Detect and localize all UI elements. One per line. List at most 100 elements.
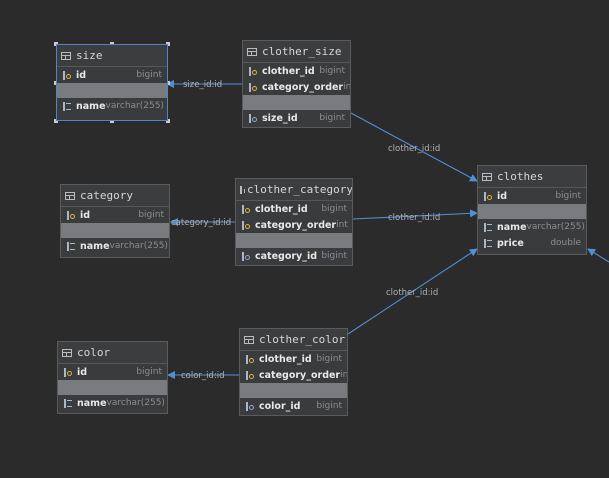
table-header[interactable]: clother_category xyxy=(236,179,352,201)
primary-key-icon xyxy=(61,70,73,81)
table-header[interactable]: color xyxy=(58,342,167,364)
table-clother-category[interactable]: clother_category clother_id bigint categ… xyxy=(235,178,353,266)
column-icon xyxy=(482,222,494,233)
relation-clother-size-to-size[interactable]: size_id:id xyxy=(166,80,242,90)
column-type: varchar(255) xyxy=(526,222,585,232)
column-row[interactable]: category_order int xyxy=(243,79,350,95)
relation-label: clother_id:id xyxy=(386,288,438,298)
section-divider xyxy=(236,233,352,248)
column-row[interactable]: category_order int xyxy=(240,367,347,383)
primary-key-icon xyxy=(62,367,74,378)
column-row[interactable]: size_id bigint xyxy=(243,110,350,126)
column-type: int xyxy=(336,220,348,230)
relation-clother-category-to-clothes[interactable]: clother_id:id xyxy=(352,209,478,223)
column-type: varchar(255) xyxy=(106,398,165,408)
table-category[interactable]: category id bigint name varchar(255) xyxy=(60,184,170,258)
column-row[interactable]: id bigint xyxy=(58,364,167,380)
column-name: size_id xyxy=(262,112,298,124)
table-color[interactable]: color id bigint name varchar(255) xyxy=(57,341,168,414)
relation-clother-category-to-category[interactable]: category_id:id xyxy=(170,218,235,228)
column-row[interactable]: category_id bigint xyxy=(236,248,352,264)
relation-clother-color-to-color[interactable]: color_id:id xyxy=(167,371,239,381)
table-title: clother_category xyxy=(247,183,353,196)
column-type: varchar(255) xyxy=(105,101,164,111)
section-divider xyxy=(58,380,167,395)
column-row[interactable]: name varchar(255) xyxy=(57,98,167,114)
table-icon xyxy=(61,51,71,60)
primary-foreign-key-icon xyxy=(244,354,256,365)
column-row[interactable]: name varchar(255) xyxy=(58,395,167,411)
column-name: id xyxy=(76,69,87,81)
primary-foreign-key-icon xyxy=(247,66,259,77)
column-type: double xyxy=(550,238,581,248)
column-type: bigint xyxy=(138,210,164,220)
column-name: category_order xyxy=(259,369,341,381)
relation-label: category_id:id xyxy=(171,218,231,228)
primary-foreign-key-icon xyxy=(240,204,252,215)
column-type: bigint xyxy=(321,251,347,261)
column-row[interactable]: id bigint xyxy=(61,207,169,223)
column-row[interactable]: color_id bigint xyxy=(240,398,347,414)
diagram-canvas[interactable]: size_id:id clother_id:id category_id:id … xyxy=(0,0,609,478)
table-title: color xyxy=(77,346,111,359)
column-name: category_order xyxy=(262,81,344,93)
primary-foreign-key-icon xyxy=(247,82,259,93)
section-divider xyxy=(478,204,586,219)
relation-clother-size-to-clothes[interactable]: clother_id:id xyxy=(350,112,478,182)
relation-clother-color-to-clothes[interactable]: clother_id:id xyxy=(347,248,478,335)
column-name: name xyxy=(80,240,110,252)
table-clothes[interactable]: clothes id bigint name varchar(255) pric… xyxy=(477,165,587,255)
column-type: int xyxy=(343,82,351,92)
column-type: bigint xyxy=(319,113,345,123)
table-title: clothes xyxy=(497,170,544,183)
section-divider xyxy=(240,383,347,398)
primary-key-icon xyxy=(65,210,77,221)
table-header[interactable]: clothes xyxy=(478,166,586,188)
column-type: bigint xyxy=(316,354,342,364)
relation-label: color_id:id xyxy=(181,371,225,381)
table-size[interactable]: size id bigint name varchar(255) xyxy=(56,44,168,121)
column-row[interactable]: clother_id bigint xyxy=(240,351,347,367)
primary-foreign-key-icon xyxy=(244,370,256,381)
relation-label: clother_id:id xyxy=(388,144,440,154)
column-name: color_id xyxy=(259,400,301,412)
column-type: varchar(255) xyxy=(109,241,168,251)
table-icon xyxy=(244,335,254,344)
column-row[interactable]: price double xyxy=(478,235,586,251)
table-clother-color[interactable]: clother_color clother_id bigint category… xyxy=(239,328,348,416)
column-row[interactable]: name varchar(255) xyxy=(61,238,169,254)
column-row[interactable]: id bigint xyxy=(478,188,586,204)
column-name: id xyxy=(80,209,91,221)
column-icon xyxy=(61,101,73,112)
table-icon xyxy=(240,185,245,194)
table-title: size xyxy=(76,49,103,62)
column-type: bigint xyxy=(319,66,345,76)
column-row[interactable]: clother_id bigint xyxy=(236,201,352,217)
column-row[interactable]: clother_id bigint xyxy=(243,63,350,79)
table-icon xyxy=(65,191,75,200)
table-header[interactable]: category xyxy=(61,185,169,207)
column-type: bigint xyxy=(316,401,342,411)
foreign-key-icon xyxy=(240,251,252,262)
section-divider xyxy=(61,223,169,238)
table-clother-size[interactable]: clother_size clother_id bigint category_… xyxy=(242,40,351,128)
column-row[interactable]: category_order int xyxy=(236,217,352,233)
table-title: clother_size xyxy=(262,45,342,58)
section-divider xyxy=(243,95,350,110)
table-header[interactable]: clother_color xyxy=(240,329,347,351)
column-row[interactable]: name varchar(255) xyxy=(478,219,586,235)
column-name: id xyxy=(497,190,508,202)
column-name: clother_id xyxy=(262,65,315,77)
column-row[interactable]: id bigint xyxy=(57,67,167,83)
column-name: id xyxy=(77,366,88,378)
column-name: name xyxy=(76,100,106,112)
column-name: clother_id xyxy=(259,353,312,365)
column-name: category_id xyxy=(255,250,318,262)
column-type: int xyxy=(340,370,348,380)
relation-offscreen-to-clothes[interactable] xyxy=(587,248,609,263)
column-name: price xyxy=(497,237,524,249)
table-title: category xyxy=(80,189,133,202)
table-header[interactable]: clother_size xyxy=(243,41,350,63)
column-type: bigint xyxy=(136,70,162,80)
table-header[interactable]: size xyxy=(57,45,167,67)
